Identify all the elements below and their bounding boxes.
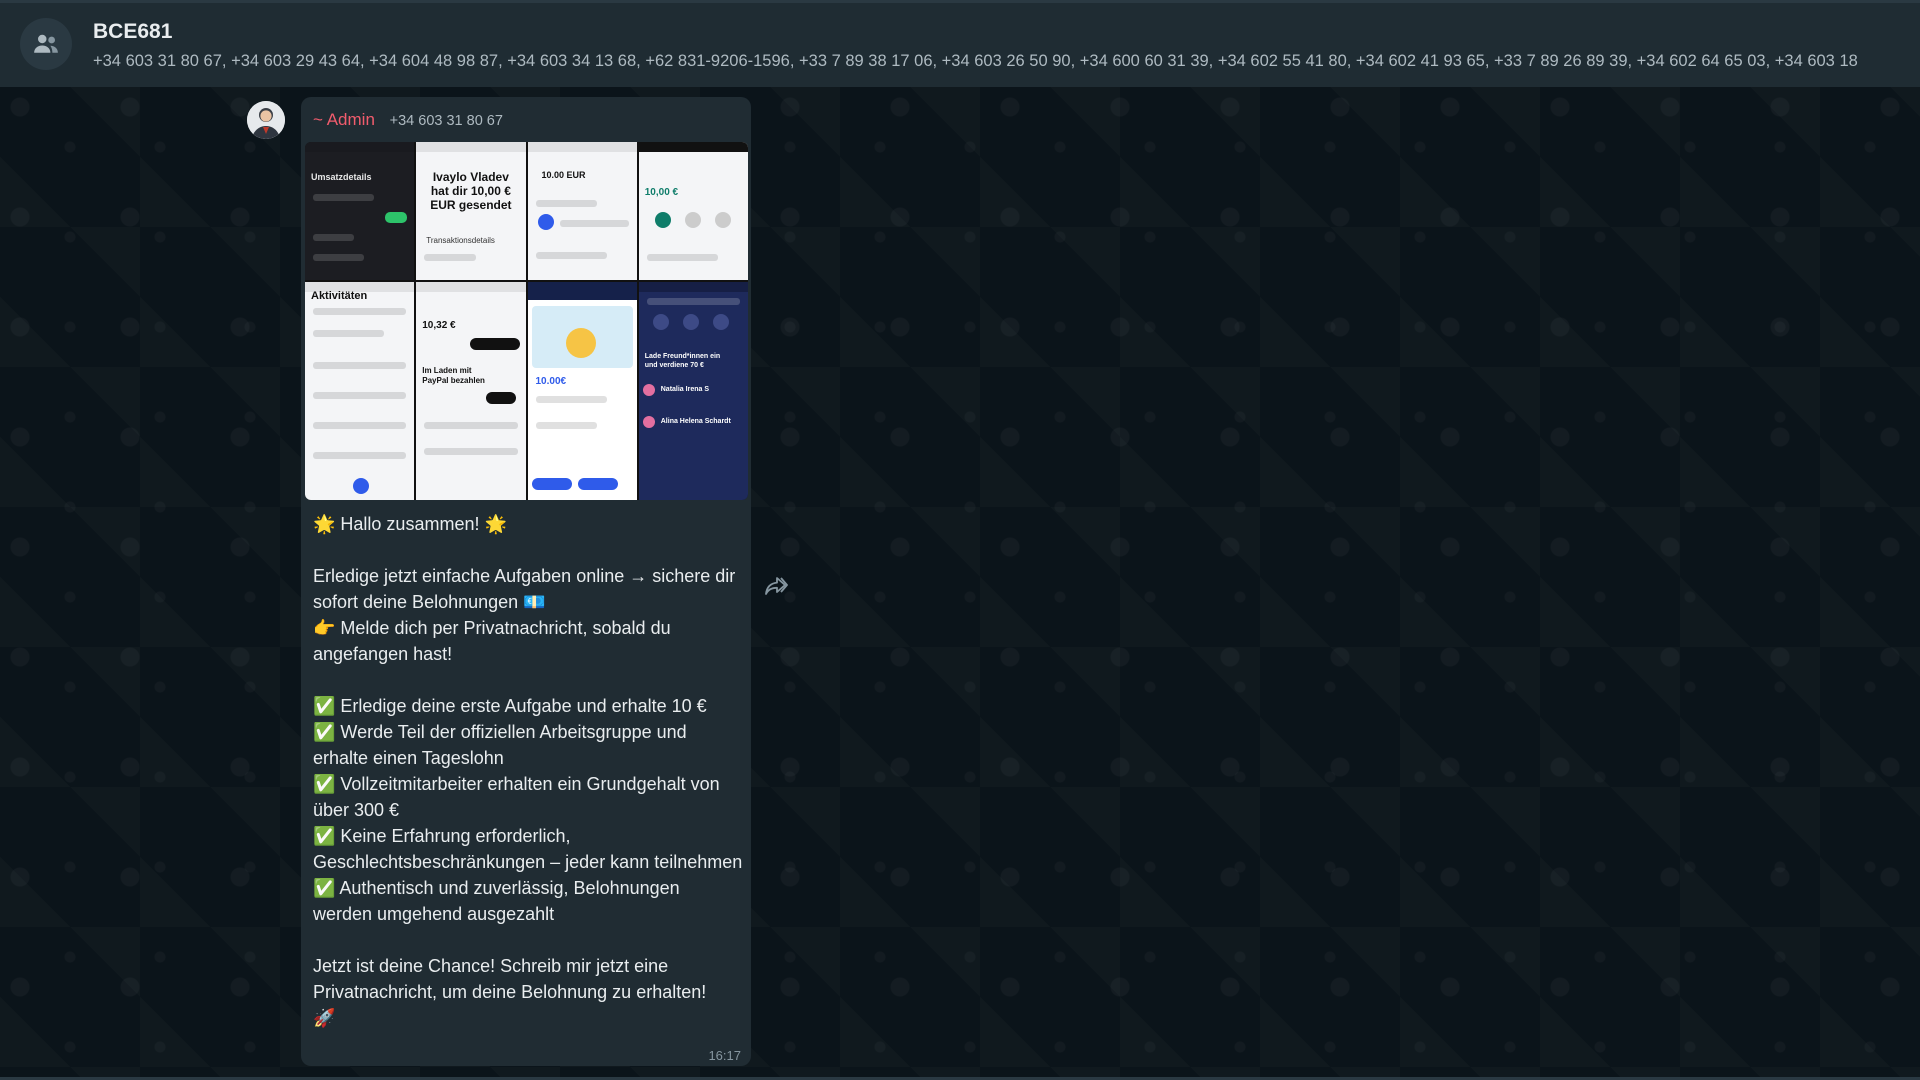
message-text: 🌟 Hallo zusammen! 🌟 Erledige jetzt einfa… [313, 514, 743, 1028]
image-row [313, 254, 365, 261]
image-row [313, 392, 407, 399]
image-7-amount: 10.00€ [535, 376, 567, 387]
image-2-title: Ivaylo Vladev hat dir 10,00 € EUR gesend… [430, 170, 512, 212]
person-icon [247, 101, 285, 139]
image-status-bar [527, 142, 637, 152]
sender-line: ~ Admin +34 603 31 80 67 [313, 110, 503, 130]
image-status-bar [305, 142, 415, 152]
image-row [313, 422, 407, 429]
image-row [535, 396, 607, 403]
image-icon [712, 314, 729, 330]
image-3-amount: 10.00 EUR [541, 170, 586, 180]
sender-phone: +34 603 31 80 67 [389, 113, 503, 129]
group-members[interactable]: +34 603 31 80 67, +34 603 29 43 64, +34 … [93, 52, 1858, 71]
image-row [424, 448, 518, 455]
image-row [646, 298, 740, 305]
coin-illustration [565, 328, 596, 358]
image-row [559, 220, 629, 227]
forward-icon [765, 577, 788, 595]
image-status-bar [638, 282, 748, 292]
image-8-name-2: Alina Helena Schardt [660, 418, 731, 425]
image-row [646, 254, 718, 261]
image-row [535, 200, 597, 207]
album-image-1[interactable]: Umsatzdetails [305, 142, 415, 280]
message-bubble[interactable]: ~ Admin +34 603 31 80 67 Umsatzdetails I… [301, 97, 751, 1066]
image-row [313, 330, 385, 337]
image-icon [682, 314, 699, 330]
album-image-7[interactable]: 10.00€ [527, 282, 637, 500]
image-row [313, 194, 375, 201]
image-row [313, 234, 355, 241]
image-icon [714, 212, 731, 228]
image-row [313, 362, 407, 369]
image-6-amount: 10,32 € [422, 320, 456, 331]
group-avatar[interactable] [20, 18, 72, 70]
image-5-title: Aktivitäten [311, 290, 368, 302]
image-button [486, 392, 517, 404]
sender-name[interactable]: ~ Admin [313, 110, 375, 129]
image-album[interactable]: Umsatzdetails Ivaylo Vladev hat dir 10,0… [305, 142, 748, 500]
forward-button[interactable] [756, 566, 796, 606]
image-row [424, 254, 476, 261]
image-1-title: Umsatzdetails [311, 172, 372, 182]
image-row [535, 252, 607, 259]
chat-background [0, 87, 1920, 1080]
image-row [313, 308, 407, 315]
chat-header[interactable]: BCE681 +34 603 31 80 67, +34 603 29 43 6… [0, 3, 1920, 87]
image-icon [353, 478, 369, 494]
album-image-6[interactable]: 10,32 € Im Laden mit PayPal bezahlen [416, 282, 526, 500]
image-status-bar [416, 282, 526, 292]
sender-avatar[interactable] [247, 101, 285, 139]
image-row [424, 422, 518, 429]
image-avatar [642, 416, 655, 428]
image-icon [652, 314, 669, 330]
image-button [531, 478, 572, 490]
album-image-2[interactable]: Ivaylo Vladev hat dir 10,00 € EUR gesend… [416, 142, 526, 280]
group-name[interactable]: BCE681 [93, 20, 172, 44]
image-status-bar [638, 142, 748, 152]
album-image-5[interactable]: Aktivitäten [305, 282, 415, 500]
image-row [535, 422, 597, 429]
image-status-bar [416, 142, 526, 152]
message-time: 16:17 [708, 1048, 741, 1063]
image-8-invite: Lade Freund*innen ein und verdiene 70 € [644, 353, 721, 369]
image-status-bar [527, 282, 637, 300]
image-button [470, 338, 521, 350]
image-button [577, 478, 618, 490]
image-icon [654, 212, 671, 228]
group-icon [34, 34, 58, 53]
image-badge [385, 212, 407, 223]
image-6-promo: Im Laden mit PayPal bezahlen [422, 366, 485, 385]
image-icon [537, 214, 554, 230]
image-avatar [642, 384, 655, 396]
image-icon [684, 212, 701, 228]
image-row [313, 452, 407, 459]
album-image-8[interactable]: Lade Freund*innen ein und verdiene 70 € … [638, 282, 748, 500]
album-image-3[interactable]: 10.00 EUR [527, 142, 637, 280]
image-2-subtitle: Transaktionsdetails [426, 236, 495, 245]
image-8-name-1: Natalia Irena S [660, 386, 709, 393]
album-image-4[interactable]: 10,00 € [638, 142, 748, 280]
image-4-amount: 10,00 € [644, 187, 679, 198]
